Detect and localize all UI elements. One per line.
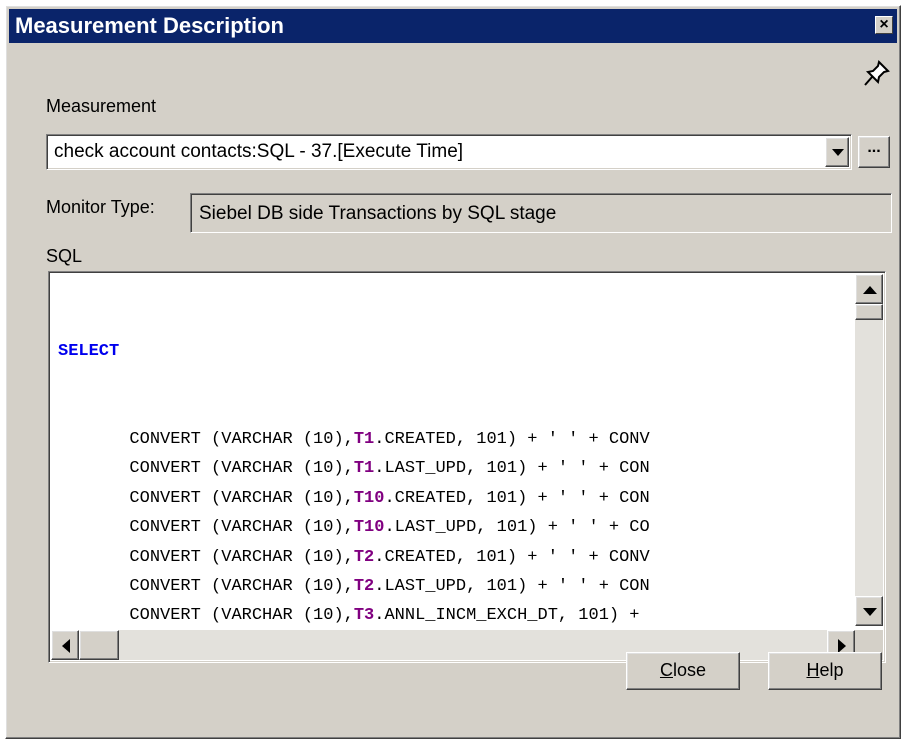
sql-table-alias: T1 bbox=[353, 459, 375, 479]
title-bar[interactable]: Measurement Description × bbox=[9, 9, 897, 43]
sql-line: CONVERT (VARCHAR (10),T10.CREATED, 101) … bbox=[58, 484, 848, 513]
close-icon: × bbox=[879, 16, 889, 33]
sql-indent bbox=[58, 430, 129, 449]
help-hotkey: H bbox=[806, 660, 820, 680]
sql-table-alias: T3 bbox=[353, 606, 375, 624]
sql-column-expression: .CREATED, 101) + ' ' + CONV bbox=[374, 430, 650, 450]
sql-indent bbox=[58, 518, 129, 537]
sql-text-area[interactable]: SELECT CONVERT (VARCHAR (10),T1.CREATED,… bbox=[48, 271, 886, 663]
sql-line-keyword: SELECT bbox=[58, 337, 848, 366]
measurement-label: Measurement bbox=[46, 96, 157, 116]
sql-table-alias: T1 bbox=[353, 430, 375, 450]
measurement-value: check account contacts:SQL - 37.[Execute… bbox=[54, 141, 464, 162]
sql-indent bbox=[58, 548, 129, 567]
sql-convert-prefix: CONVERT (VARCHAR (10), bbox=[129, 459, 354, 479]
sql-column-expression: .ANNL_INCM_EXCH_DT, 101) + bbox=[374, 606, 650, 624]
scroll-left-button[interactable] bbox=[51, 630, 79, 660]
sql-column-expression: .LAST_UPD, 101) + ' ' + CON bbox=[374, 577, 650, 597]
close-button[interactable]: Close bbox=[626, 652, 740, 690]
chevron-down-icon bbox=[832, 149, 844, 156]
sql-keyword: SELECT bbox=[58, 341, 120, 361]
browse-measurement-button[interactable]: ... bbox=[858, 136, 890, 168]
sql-column-expression: .LAST_UPD, 101) + ' ' + CON bbox=[374, 459, 650, 479]
sql-convert-prefix: CONVERT (VARCHAR (10), bbox=[129, 606, 354, 624]
arrow-left-icon bbox=[62, 639, 70, 653]
sql-table-alias: T10 bbox=[353, 518, 385, 538]
measurement-description-dialog: Measurement Description × Measurement ch… bbox=[5, 5, 901, 739]
arrow-down-icon bbox=[863, 608, 877, 616]
sql-convert-prefix: CONVERT (VARCHAR (10), bbox=[129, 488, 354, 508]
measurement-select[interactable]: check account contacts:SQL - 37.[Execute… bbox=[46, 134, 852, 170]
close-label: lose bbox=[672, 660, 707, 680]
horizontal-scroll-thumb[interactable] bbox=[79, 630, 119, 660]
sql-table-alias: T2 bbox=[353, 577, 375, 597]
sql-line: CONVERT (VARCHAR (10),T2.LAST_UPD, 101) … bbox=[58, 572, 848, 601]
window-title: Measurement Description bbox=[15, 13, 284, 38]
sql-line: CONVERT (VARCHAR (10),T2.CREATED, 101) +… bbox=[58, 543, 848, 572]
sql-column-expression: .CREATED, 101) + ' ' + CON bbox=[384, 488, 650, 508]
sql-table-alias: T10 bbox=[353, 488, 385, 508]
sql-convert-prefix: CONVERT (VARCHAR (10), bbox=[129, 518, 354, 538]
sql-table-alias: T2 bbox=[353, 547, 375, 567]
sql-column-expression: .CREATED, 101) + ' ' + CONV bbox=[374, 547, 650, 567]
help-button[interactable]: Help bbox=[768, 652, 882, 690]
scroll-up-button[interactable] bbox=[855, 274, 883, 304]
vertical-scrollbar[interactable] bbox=[855, 274, 883, 626]
sql-line: CONVERT (VARCHAR (10),T10.LAST_UPD, 101)… bbox=[58, 513, 848, 542]
sql-line: CONVERT (VARCHAR (10),T3.ANNL_INCM_EXCH_… bbox=[58, 601, 848, 624]
sql-indent bbox=[58, 606, 129, 624]
arrow-up-icon bbox=[863, 286, 877, 294]
sql-convert-prefix: CONVERT (VARCHAR (10), bbox=[129, 577, 354, 597]
monitor-type-value: Siebel DB side Transactions by SQL stage bbox=[199, 203, 557, 224]
sql-indent bbox=[58, 577, 129, 596]
measurement-dropdown-button[interactable] bbox=[825, 137, 849, 167]
monitor-type-label: Monitor Type: bbox=[46, 197, 155, 217]
vertical-scroll-thumb[interactable] bbox=[855, 304, 883, 320]
close-hotkey: C bbox=[659, 660, 673, 680]
sql-convert-prefix: CONVERT (VARCHAR (10), bbox=[129, 547, 354, 567]
pin-icon[interactable] bbox=[862, 58, 892, 88]
scroll-down-button[interactable] bbox=[855, 596, 883, 626]
sql-column-expression: .LAST_UPD, 101) + ' ' + CO bbox=[384, 518, 650, 538]
sql-code: SELECT CONVERT (VARCHAR (10),T1.CREATED,… bbox=[58, 278, 848, 624]
arrow-right-icon bbox=[838, 639, 846, 653]
sql-convert-prefix: CONVERT (VARCHAR (10), bbox=[129, 430, 354, 450]
sql-label: SQL bbox=[46, 246, 83, 266]
sql-indent bbox=[58, 459, 129, 478]
browse-label: ... bbox=[867, 139, 881, 156]
help-label: elp bbox=[819, 660, 844, 680]
window-close-button[interactable]: × bbox=[875, 16, 893, 34]
monitor-type-field: Siebel DB side Transactions by SQL stage bbox=[190, 193, 892, 233]
sql-line: CONVERT (VARCHAR (10),T1.CREATED, 101) +… bbox=[58, 425, 848, 454]
sql-indent bbox=[58, 489, 129, 508]
sql-line: CONVERT (VARCHAR (10),T1.LAST_UPD, 101) … bbox=[58, 454, 848, 483]
